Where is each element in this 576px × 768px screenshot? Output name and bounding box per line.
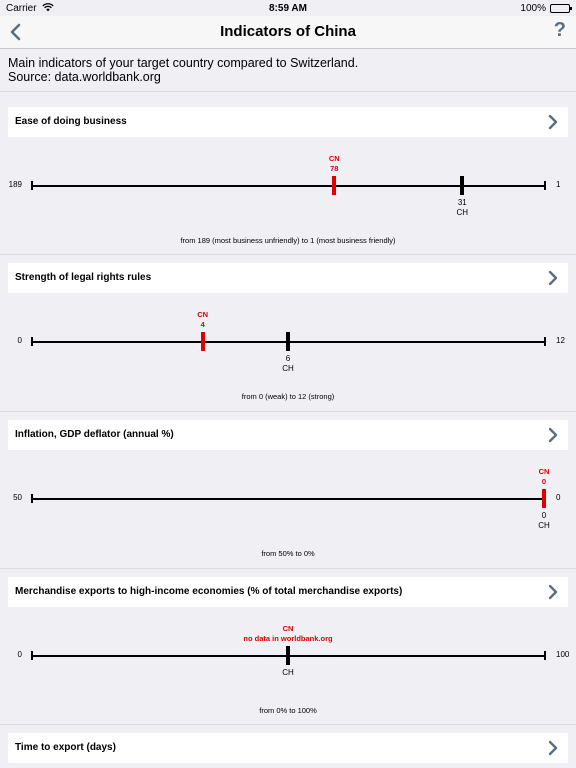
- cn-label: CN 4: [133, 310, 273, 330]
- ch-marker: [460, 176, 465, 195]
- indicator-title: Strength of legal rights rules: [15, 272, 152, 283]
- scale-min-label: 189: [8, 180, 22, 189]
- scale-caption: from 0% to 100%: [259, 706, 317, 715]
- indicator-row-legal-rights[interactable]: Strength of legal rights rules: [8, 263, 568, 293]
- status-bar: Carrier 8:59 AM 100%: [0, 0, 576, 16]
- cn-value: no data in worldbank.org: [243, 634, 333, 643]
- cn-value: 0: [541, 477, 547, 486]
- scale-axis: [31, 185, 545, 187]
- ch-label: 6 CH: [258, 354, 318, 374]
- scale-cap-left: [31, 651, 33, 660]
- indicator-title: Inflation, GDP deflator (annual %): [15, 429, 174, 440]
- scale-min-label: 50: [13, 493, 22, 502]
- indicator-row-inflation[interactable]: Inflation, GDP deflator (annual %): [8, 420, 568, 450]
- indicator-scale: 0 12 CN 4 6 CH from 0 (weak) to 12 (strong…: [0, 291, 576, 411]
- indicator-row-merchandise-exports[interactable]: Merchandise exports to high-income econo…: [8, 577, 568, 607]
- chevron-right-icon: [548, 740, 558, 756]
- cn-marker: [200, 332, 205, 351]
- indicator-scale: 50 0 CN 0 0 CH from 50% to 0%: [0, 448, 576, 568]
- scale-cap-left: [31, 494, 33, 503]
- clock: 8:59 AM: [269, 3, 307, 14]
- ch-code: CH: [538, 521, 550, 530]
- chevron-right-icon: [548, 427, 558, 443]
- divider: [0, 254, 576, 255]
- ch-value: 0: [541, 511, 547, 520]
- ch-label: 31 CH: [432, 198, 492, 218]
- ch-code: CH: [456, 208, 469, 217]
- scale-min-label: 0: [17, 650, 22, 659]
- indicator-scale: 0 100 CN no data in worldbank.org CH from…: [0, 605, 576, 725]
- ch-marker: [286, 332, 290, 351]
- indicator-title: Ease of doing business: [15, 116, 127, 127]
- indicator-title: Time to export (days): [15, 742, 116, 753]
- indicator-title: Merchandise exports to high-income econo…: [15, 586, 403, 597]
- indicator-row-ease-of-doing-business[interactable]: Ease of doing business: [8, 107, 568, 137]
- scale-caption: from 50% to 0%: [261, 549, 315, 558]
- scale-cap-right: [544, 651, 546, 660]
- divider: [0, 91, 576, 92]
- scale-max-label: 0: [556, 493, 561, 502]
- scale-cap-left: [31, 181, 33, 190]
- scale-max-label: 1: [556, 180, 561, 189]
- navigation-bar: Indicators of China ?: [0, 16, 576, 49]
- ch-code: CH: [282, 668, 294, 677]
- cn-code: CN: [282, 624, 294, 633]
- cn-code: CN: [328, 154, 340, 163]
- scale-max-label: 100: [556, 650, 570, 659]
- source-line: Source: data.worldbank.org: [8, 70, 161, 84]
- divider: [0, 411, 576, 412]
- chevron-right-icon: [548, 114, 558, 130]
- intro-text: Main indicators of your target country c…: [8, 56, 568, 84]
- divider: [0, 568, 576, 569]
- scale-cap-left: [31, 337, 33, 346]
- scale-max-label: 12: [556, 336, 565, 345]
- ch-code: CH: [282, 364, 294, 373]
- indicator-row-time-to-export[interactable]: Time to export (days): [8, 733, 568, 763]
- intro-line: Main indicators of your target country c…: [8, 56, 359, 70]
- ch-value: 6: [285, 354, 291, 363]
- ch-marker: [286, 646, 290, 665]
- ch-label: CH: [258, 668, 318, 678]
- scale-caption: from 0 (weak) to 12 (strong): [241, 392, 335, 401]
- cn-code: CN: [538, 467, 550, 476]
- ch-label: 0 CH: [514, 511, 574, 531]
- page-title: Indicators of China: [220, 23, 356, 40]
- cn-label: CN 0: [474, 467, 576, 487]
- chevron-right-icon: [548, 270, 558, 286]
- battery-icon: [550, 4, 572, 13]
- chevron-right-icon: [548, 584, 558, 600]
- help-button[interactable]: ?: [554, 19, 566, 42]
- cn-marker: [542, 489, 546, 508]
- divider: [0, 724, 576, 725]
- scale-axis: [31, 498, 545, 500]
- scale-min-label: 0: [17, 336, 22, 345]
- scale-caption: from 189 (most business unfriendly) to 1…: [180, 236, 396, 245]
- cn-label: CN no data in worldbank.org: [218, 624, 358, 644]
- cn-marker: [332, 176, 337, 195]
- cn-value: 78: [330, 164, 339, 173]
- cn-label: CN 78: [264, 154, 404, 174]
- scale-cap-right: [544, 337, 546, 346]
- cn-code: CN: [197, 310, 209, 319]
- cn-value: 4: [200, 320, 205, 329]
- battery-percent: 100%: [520, 3, 546, 14]
- scale-cap-right: [544, 181, 546, 190]
- ch-value: 31: [457, 198, 467, 207]
- indicator-scale: 189 1 CN 78 31 CH from 189 (most business …: [0, 135, 576, 255]
